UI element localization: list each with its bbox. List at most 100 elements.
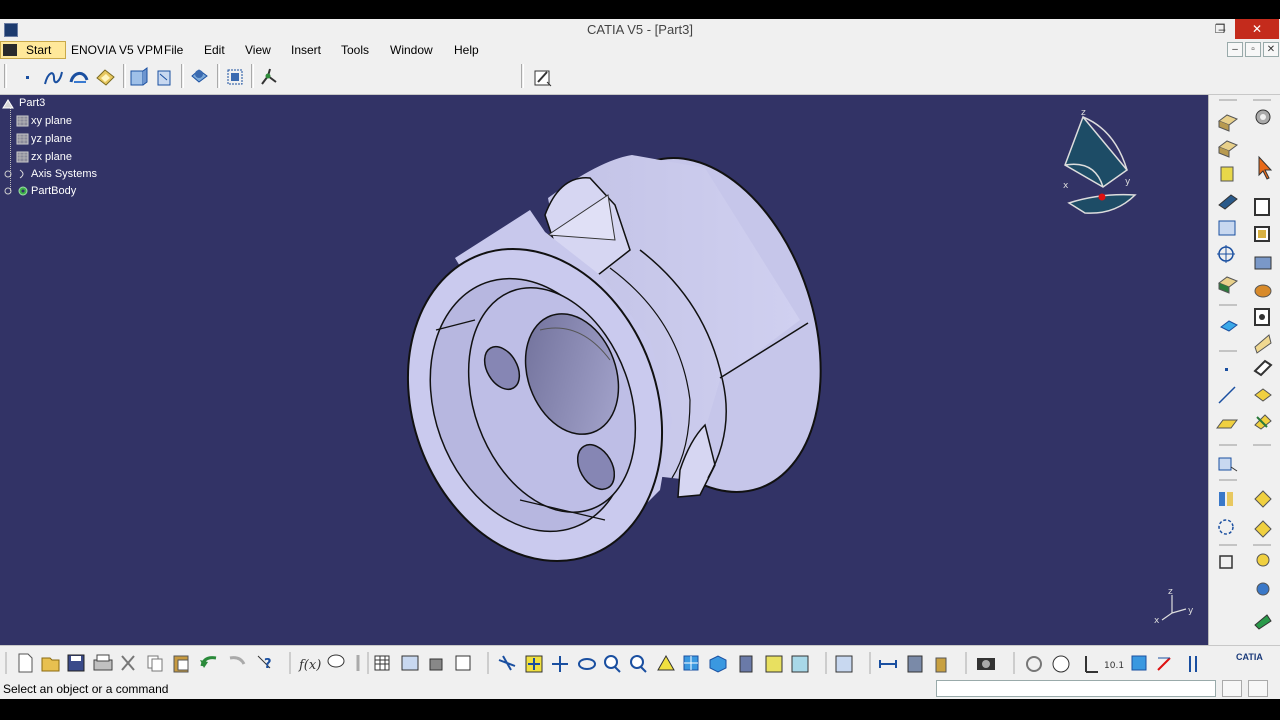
expand-icon[interactable] — [4, 168, 17, 180]
hand-icon[interactable] — [1052, 655, 1070, 673]
comment-icon[interactable] — [327, 654, 345, 668]
zoom-out-icon[interactable] — [630, 655, 647, 673]
join-icon[interactable] — [154, 66, 176, 88]
number-icon[interactable]: 10.1 — [1104, 661, 1124, 671]
hole-feature-icon[interactable] — [1254, 308, 1270, 326]
pan-icon[interactable] — [552, 656, 568, 672]
table-icon[interactable] — [374, 655, 390, 671]
zoom-in-icon[interactable] — [604, 655, 621, 673]
tree-item-partbody[interactable]: PartBody — [31, 185, 76, 197]
menu-start[interactable]: Start — [0, 41, 66, 59]
menu-tools[interactable]: Tools — [341, 43, 369, 57]
sketch-icon[interactable] — [532, 66, 554, 88]
point-icon[interactable] — [1225, 368, 1228, 371]
gear-icon[interactable] — [1255, 109, 1271, 125]
fit-all-icon[interactable] — [525, 655, 543, 673]
menu-help[interactable]: Help — [454, 43, 479, 57]
close-button[interactable]: ✕ — [1235, 19, 1279, 39]
new-icon[interactable] — [18, 653, 33, 673]
select-arrow-icon[interactable] — [1258, 155, 1273, 180]
line-icon[interactable] — [1218, 386, 1236, 404]
remove-icon[interactable] — [1256, 582, 1270, 596]
tree-item-part3[interactable]: Part3 — [19, 97, 45, 109]
tree-item-xy-plane[interactable]: xy plane — [31, 115, 72, 127]
rotate-view-icon[interactable] — [578, 658, 596, 670]
extract-icon[interactable] — [128, 66, 150, 88]
pad-icon[interactable] — [1217, 114, 1239, 132]
measure-item-icon[interactable] — [907, 655, 923, 673]
cut-icon[interactable] — [121, 655, 135, 671]
shaft-icon[interactable] — [1220, 166, 1234, 182]
refresh-icon[interactable] — [1026, 656, 1042, 672]
lock-icon[interactable] — [429, 658, 443, 671]
undo-icon[interactable] — [200, 656, 217, 668]
mirror-icon[interactable] — [1253, 359, 1273, 377]
snap-icon[interactable] — [1219, 555, 1233, 569]
axis-icon[interactable] — [1254, 388, 1272, 402]
status-button-2[interactable] — [1248, 680, 1268, 697]
translate-icon[interactable] — [1254, 614, 1272, 630]
normal-view-icon[interactable] — [657, 654, 675, 671]
constraint-icon[interactable] — [1157, 657, 1171, 671]
catalog-icon[interactable] — [401, 655, 419, 671]
menu-insert[interactable]: Insert — [291, 43, 321, 57]
status-button-1[interactable] — [1222, 680, 1242, 697]
restore-button[interactable]: ❐ — [1206, 19, 1234, 39]
draft-icon[interactable] — [1254, 256, 1272, 270]
point-icon[interactable] — [16, 66, 38, 88]
fly-mode-icon[interactable] — [498, 655, 516, 671]
formula-icon[interactable]: f(x) — [298, 658, 321, 673]
open-icon[interactable] — [41, 657, 60, 672]
transformation-icon[interactable] — [188, 64, 210, 86]
boolean-icon[interactable] — [1220, 320, 1238, 332]
command-input[interactable] — [936, 680, 1216, 697]
menu-file[interactable]: File — [164, 43, 183, 57]
pattern-icon[interactable] — [224, 66, 246, 88]
fillet-icon[interactable] — [1254, 226, 1270, 242]
mass-icon[interactable] — [935, 657, 947, 673]
toolbar-grip[interactable] — [123, 64, 126, 88]
paste-icon[interactable] — [173, 655, 189, 673]
dimension-icon[interactable] — [1131, 655, 1147, 671]
assemble-icon[interactable] — [1254, 490, 1272, 508]
constraint-icon[interactable] — [258, 66, 280, 88]
iso-view-icon[interactable] — [709, 655, 727, 673]
3d-viewport[interactable]: Part3 xy plane yz plane zx plane Axis Sy… — [0, 95, 1208, 645]
measure-between-icon[interactable] — [879, 660, 897, 668]
menu-enovia[interactable]: ENOVIA V5 VPM — [71, 43, 163, 57]
menu-edit[interactable]: Edit — [204, 43, 225, 57]
intersect-icon[interactable] — [1254, 520, 1272, 538]
compass[interactable]: z x y — [1055, 105, 1145, 215]
print-icon[interactable] — [93, 654, 113, 671]
expand-icon[interactable] — [4, 185, 17, 197]
toolbar-grip[interactable] — [217, 64, 220, 88]
tree-item-axis-systems[interactable]: Axis Systems — [31, 168, 97, 180]
hide-show-icon[interactable] — [765, 655, 783, 673]
plane-icon[interactable] — [1216, 419, 1238, 429]
thickness-icon[interactable] — [1254, 284, 1272, 298]
doc-restore-button[interactable]: ▫ — [1245, 42, 1261, 57]
rib-icon[interactable] — [1218, 220, 1236, 236]
shell-icon[interactable] — [1217, 276, 1239, 294]
menu-window[interactable]: Window — [390, 43, 433, 57]
chamfer-icon[interactable] — [1254, 334, 1272, 354]
pocket-icon[interactable] — [1217, 140, 1239, 158]
sketch-icon[interactable] — [1254, 198, 1270, 216]
split-icon[interactable] — [1254, 414, 1272, 430]
axis-icon[interactable] — [1085, 656, 1098, 673]
toolbar-grip[interactable] — [4, 64, 7, 88]
toolbar-grip[interactable] — [181, 64, 184, 88]
doc-minimize-button[interactable]: – — [1227, 42, 1243, 57]
spline-icon[interactable] — [42, 66, 64, 88]
swap-visible-icon[interactable] — [791, 655, 809, 673]
3d-part-model[interactable] — [380, 145, 840, 575]
help-icon[interactable]: ? — [257, 655, 272, 672]
hole-icon[interactable] — [1218, 194, 1238, 210]
save-icon[interactable] — [67, 654, 85, 672]
shading-icon[interactable] — [739, 655, 753, 673]
surface-icon[interactable] — [94, 66, 116, 88]
target-icon[interactable] — [1217, 245, 1235, 263]
multi-view-icon[interactable] — [683, 655, 699, 671]
sweep-icon[interactable] — [68, 66, 90, 88]
boundary-icon[interactable] — [1219, 492, 1233, 506]
